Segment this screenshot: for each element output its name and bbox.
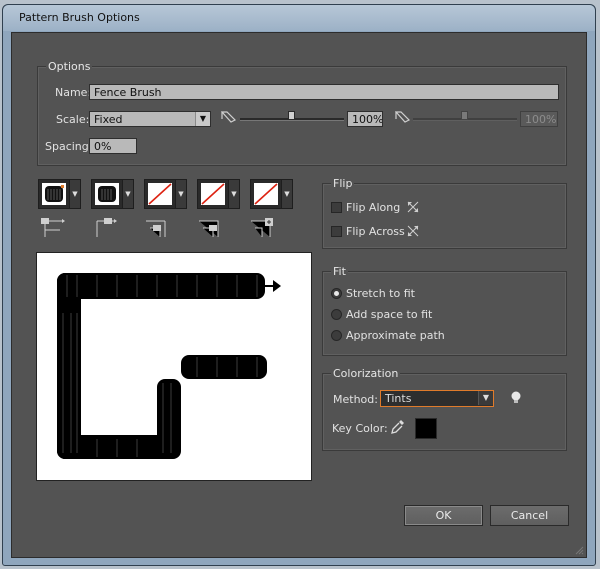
ok-button[interactable]: OK	[404, 505, 483, 526]
fence-pattern-icon	[98, 186, 116, 202]
flip-across-icon	[407, 225, 419, 237]
fence-pattern-icon	[45, 185, 64, 202]
none-swatch-icon	[148, 183, 172, 205]
start-tile-icon	[199, 220, 219, 237]
dialog-client-area: Options Name: Fence Brush Scale: Fixed ▼…	[11, 32, 587, 558]
resize-grip-icon[interactable]	[574, 545, 584, 555]
name-label: Name:	[55, 86, 92, 99]
side-tile-menu[interactable]: ▼	[70, 179, 81, 209]
side-tile-swatch[interactable]	[38, 179, 70, 209]
outer-corner-tile-menu[interactable]: ▼	[123, 179, 134, 209]
start-tile-swatch[interactable]	[197, 179, 229, 209]
scale-dropdown[interactable]: Fixed ▼	[89, 111, 211, 127]
flip-along-label[interactable]: Flip Along	[346, 201, 400, 214]
none-swatch-icon	[254, 183, 278, 205]
eyedropper-icon[interactable]	[390, 418, 406, 436]
flip-group-title: Flip	[331, 177, 355, 190]
name-input[interactable]: Fence Brush	[89, 84, 559, 100]
options-group-title: Options	[46, 60, 93, 73]
pressure-brush-icon	[395, 111, 411, 123]
cancel-button[interactable]: Cancel	[490, 505, 569, 526]
window-title: Pattern Brush Options	[19, 11, 140, 24]
end-tile-swatch[interactable]	[250, 179, 282, 209]
scale-max-slider-thumb	[461, 111, 468, 120]
inner-corner-tile-icon	[146, 220, 166, 237]
add-space-to-fit-label[interactable]: Add space to fit	[346, 308, 432, 321]
key-color-swatch[interactable]	[415, 418, 437, 439]
flip-across-checkbox[interactable]	[331, 226, 342, 237]
brush-preview	[36, 252, 312, 481]
scale-min-slider-thumb[interactable]	[288, 111, 295, 120]
start-tile-menu[interactable]: ▼	[229, 179, 240, 209]
chevron-down-icon: ▼	[195, 112, 210, 126]
lightbulb-icon[interactable]	[510, 390, 522, 406]
flip-along-icon	[407, 201, 419, 213]
approximate-path-radio[interactable]	[331, 330, 342, 341]
flip-along-checkbox[interactable]	[331, 202, 342, 213]
scale-max-input: 100%	[520, 111, 558, 127]
outer-corner-tile-icon	[96, 218, 117, 237]
dialog-window: Pattern Brush Options Options Name: Fenc…	[2, 4, 596, 566]
inner-corner-tile-swatch[interactable]	[144, 179, 176, 209]
side-tile-icon	[41, 218, 65, 237]
approximate-path-label[interactable]: Approximate path	[346, 329, 445, 342]
stretch-to-fit-radio[interactable]	[331, 288, 342, 299]
fit-group-title: Fit	[331, 265, 348, 278]
scale-label: Scale:	[56, 113, 90, 126]
chevron-down-icon: ▼	[478, 391, 493, 405]
spacing-label: Spacing:	[45, 140, 93, 153]
fence-brush-preview-graphic	[57, 273, 281, 459]
scale-dropdown-value: Fixed	[94, 113, 123, 126]
end-tile-menu[interactable]: ▼	[282, 179, 293, 209]
none-swatch-icon	[201, 183, 225, 205]
method-dropdown[interactable]: Tints ▼	[380, 390, 494, 407]
stretch-to-fit-label[interactable]: Stretch to fit	[346, 287, 415, 300]
end-tile-icon	[251, 218, 273, 237]
add-space-to-fit-radio[interactable]	[331, 309, 342, 320]
flip-across-label[interactable]: Flip Across	[346, 225, 405, 238]
pressure-brush-icon	[221, 111, 237, 123]
inner-corner-tile-menu[interactable]: ▼	[176, 179, 187, 209]
title-bar[interactable]: Pattern Brush Options	[3, 5, 595, 31]
method-dropdown-value: Tints	[385, 392, 412, 405]
colorization-group: Colorization	[322, 367, 567, 451]
colorization-group-title: Colorization	[331, 367, 401, 380]
spacing-input[interactable]: 0%	[89, 138, 137, 154]
method-label: Method:	[333, 393, 378, 406]
scale-min-input[interactable]: 100%	[347, 111, 383, 127]
flip-group: Flip	[322, 177, 567, 249]
key-color-label: Key Color:	[332, 422, 388, 435]
outer-corner-tile-swatch[interactable]	[91, 179, 123, 209]
